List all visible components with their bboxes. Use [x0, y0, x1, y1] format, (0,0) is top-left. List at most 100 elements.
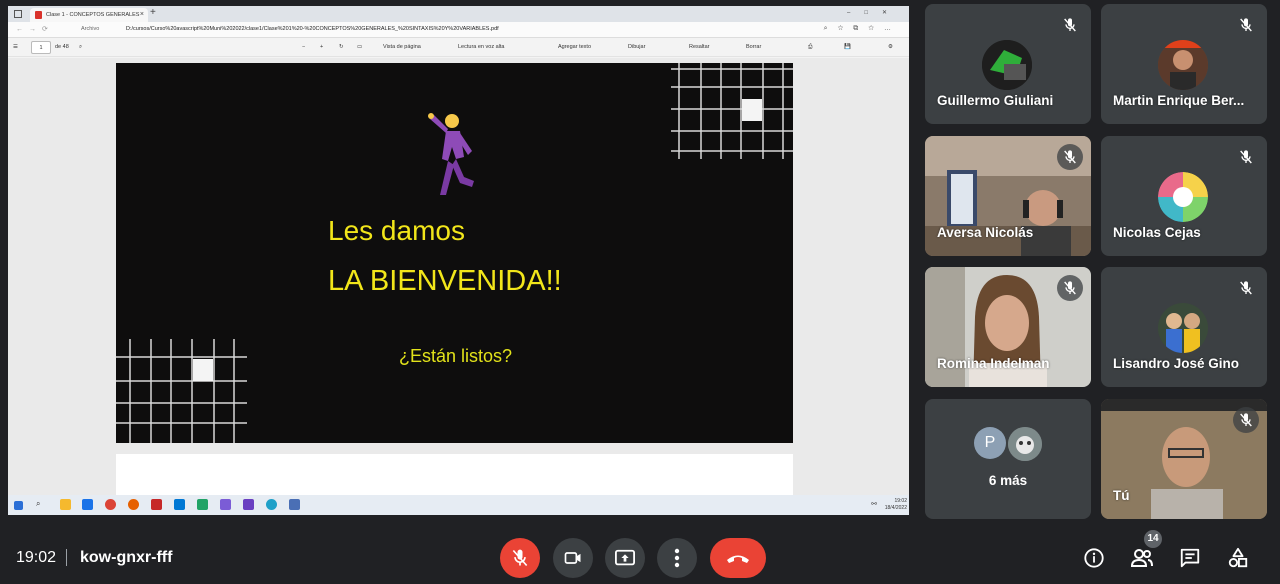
browser-tab-bar: Clase 1 - CONCEPTOS GENERALES × + –□✕	[8, 6, 909, 22]
erase-label: Borrar	[746, 44, 762, 50]
shared-screen: Clase 1 - CONCEPTOS GENERALES × + –□✕ ←→…	[8, 6, 909, 515]
present-screen-icon	[615, 549, 635, 566]
save-icon[interactable]: 💾	[844, 44, 851, 50]
window-controls[interactable]: –□✕	[847, 9, 901, 16]
participant-name: Tú	[1113, 488, 1130, 503]
meeting-code[interactable]: kow-gnxr-fff	[80, 549, 172, 567]
tab-actions-icon[interactable]	[14, 10, 22, 18]
participant-name: Lisandro José Gino	[1113, 356, 1240, 371]
participant-count-badge: 14	[1144, 530, 1162, 548]
erase-button[interactable]: Borrar	[746, 44, 761, 50]
activities-icon	[1228, 547, 1248, 568]
rotate-icon[interactable]: ↻	[339, 44, 344, 50]
info-icon	[1084, 548, 1104, 568]
participant-name: Aversa Nicolás	[937, 225, 1034, 240]
camera-toggle-button[interactable]	[553, 538, 593, 578]
slide-page: Les damos LA BIENVENIDA!! ¿Están listos?	[116, 63, 793, 443]
participant-tile[interactable]: Lisandro José Gino	[1101, 267, 1267, 387]
read-aloud-button[interactable]: Lectura en voz alta	[458, 44, 504, 50]
browser-tab[interactable]: Clase 1 - CONCEPTOS GENERALES ×	[30, 8, 148, 22]
participant-tile[interactable]: Romina Indelman	[925, 267, 1091, 387]
chrome-icon[interactable]	[105, 499, 116, 510]
participant-name: Romina Indelman	[937, 356, 1050, 371]
participant-tile[interactable]: Martin Enrique Ber...	[1101, 4, 1267, 124]
add-text-button[interactable]: Agregar texto	[558, 44, 591, 50]
more-participants-tile[interactable]: P 6 más	[925, 399, 1091, 519]
leave-call-button[interactable]	[710, 538, 766, 578]
firefox-icon[interactable]	[128, 499, 139, 510]
network-icon[interactable]: ⚯	[871, 500, 877, 508]
participant-tile[interactable]: Nicolas Cejas	[1101, 136, 1267, 256]
zoom-out-icon[interactable]: −	[302, 44, 305, 50]
browser-actions[interactable]: ⌕☆⧉☆…	[824, 25, 901, 33]
navigation-icons[interactable]: ←→⟳	[16, 25, 54, 33]
participant-tile[interactable]: Aversa Nicolás	[925, 136, 1091, 256]
edge-icon[interactable]	[266, 499, 277, 510]
people-button[interactable]	[1130, 546, 1154, 570]
more-options-button[interactable]	[657, 538, 697, 578]
store-icon[interactable]	[82, 499, 93, 510]
taskbar-date: 18/4/2022	[884, 505, 907, 511]
taskbar-clock[interactable]: 19:02 18/4/2022	[885, 498, 907, 512]
pdf-viewer[interactable]: Les damos LA BIENVENIDA!! ¿Están listos?	[8, 58, 909, 514]
avatar	[1008, 427, 1042, 461]
page-number-input[interactable]: 1	[31, 41, 51, 54]
mic-off-icon	[1233, 275, 1259, 301]
self-tile[interactable]: Tú	[1101, 399, 1267, 519]
highlight-label: Resaltar	[689, 44, 710, 50]
activities-button[interactable]	[1226, 546, 1250, 570]
meeting-bottom-bar: 19:02 kow-gnxr-fff 14	[0, 530, 1280, 584]
zoom-in-icon[interactable]: +	[320, 44, 323, 50]
app-icon[interactable]	[197, 499, 208, 510]
new-tab-button[interactable]: +	[150, 7, 156, 18]
participant-tile[interactable]: Guillermo Giuliani	[925, 4, 1091, 124]
search-icon[interactable]: ⌕	[79, 44, 82, 51]
contents-icon[interactable]: ☰	[13, 44, 18, 50]
add-text-label: Agregar texto	[558, 44, 592, 50]
search-icon[interactable]: ⌕	[36, 499, 47, 510]
read-aloud-label: Lectura en voz alta	[458, 44, 505, 50]
present-screen-button[interactable]	[605, 538, 645, 578]
vscode-icon[interactable]	[174, 499, 185, 510]
visual-studio-icon[interactable]	[220, 499, 231, 510]
participant-name: Guillermo Giuliani	[937, 93, 1054, 108]
url-field[interactable]: D:/cursos/Curso%20avascript%20Muni%20202…	[126, 26, 499, 32]
mic-off-icon	[1057, 275, 1083, 301]
mic-off-icon	[1057, 144, 1083, 170]
start-icon[interactable]	[14, 501, 23, 510]
participant-name: Martin Enrique Ber...	[1113, 93, 1245, 108]
people-icon	[1130, 549, 1153, 567]
dancer-emoji	[428, 113, 474, 195]
grid-decoration-bottom	[116, 339, 247, 443]
print-icon[interactable]: ⎙	[808, 44, 812, 51]
mic-toggle-button[interactable]	[500, 538, 540, 578]
folder-icon[interactable]	[60, 499, 71, 510]
taskbar-time: 19:02	[894, 498, 907, 504]
mic-off-icon	[1233, 407, 1259, 433]
address-info: Archivo	[81, 26, 100, 32]
divider	[66, 549, 67, 566]
slide-title-line1: Les damos	[328, 215, 465, 246]
mic-off-icon	[1057, 12, 1083, 38]
close-tab-icon[interactable]: ×	[140, 11, 144, 18]
chat-button[interactable]	[1178, 546, 1202, 570]
filezilla-icon[interactable]	[151, 499, 162, 510]
chat-icon	[1180, 548, 1200, 568]
meet-window: Clase 1 - CONCEPTOS GENERALES × + –□✕ ←→…	[0, 0, 1280, 584]
meeting-details-button[interactable]	[1082, 546, 1106, 570]
highlight-button[interactable]: Resaltar	[689, 44, 709, 50]
mic-off-icon	[1233, 12, 1259, 38]
hang-up-icon	[727, 555, 749, 563]
save-app-icon[interactable]	[289, 499, 300, 510]
page-total: de 48	[55, 44, 69, 50]
draw-button[interactable]: Dibujar	[628, 44, 645, 50]
visual-studio-2-icon[interactable]	[243, 499, 254, 510]
more-avatars: P	[925, 427, 1091, 461]
avatar-initial: P	[974, 427, 1006, 459]
os-taskbar: ⌕ ⚯ 19:02 18/4/2022	[8, 495, 909, 515]
tab-title: Clase 1 - CONCEPTOS GENERALES	[46, 12, 140, 18]
fit-icon[interactable]: ▭	[357, 44, 362, 50]
page-view-button[interactable]: Vista de página	[383, 44, 421, 50]
settings-icon[interactable]: ⚙	[888, 44, 893, 50]
more-vert-icon	[674, 548, 680, 568]
